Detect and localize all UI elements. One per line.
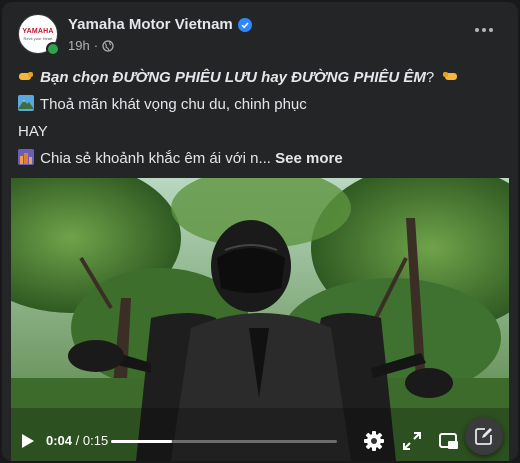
more-icon <box>475 28 493 32</box>
video-controls: 0:04 / 0:15 <box>11 417 509 461</box>
more-options-button[interactable] <box>466 18 502 42</box>
post-time[interactable]: 19h <box>68 38 90 53</box>
mountain-icon <box>18 95 34 111</box>
city-icon <box>18 149 34 165</box>
post-meta: 19h · <box>68 38 114 53</box>
duration: 0:15 <box>82 433 109 448</box>
avatar-logo: YAMAHA <box>22 27 54 35</box>
fullscreen-icon[interactable] <box>401 430 423 452</box>
post-text: Bạn chọn ĐƯỜNG PHIÊU LƯU hay ĐƯỜNG PHIÊU… <box>18 64 502 172</box>
globe-icon[interactable] <box>102 39 114 52</box>
post-line-2: Thoả mãn khát vọng chu du, chinh phục <box>18 91 502 118</box>
post-headline-suffix: ? <box>425 69 435 86</box>
post-text-line: Thoả mãn khát vọng chu du, chinh phục <box>39 96 307 113</box>
verified-icon <box>237 17 252 32</box>
online-status-dot <box>46 42 60 56</box>
author-row: Yamaha Motor Vietnam <box>68 16 252 33</box>
post-line-1: Bạn chọn ĐƯỜNG PHIÊU LƯU hay ĐƯỜNG PHIÊU… <box>18 64 502 91</box>
fist-icon <box>443 72 458 80</box>
current-time: 0:04 <box>46 433 73 448</box>
post-header: YAMAHA Revs your Heart Yamaha Motor Viet… <box>18 14 502 58</box>
video-progress-fill <box>111 440 173 443</box>
video-player[interactable]: 0:04 / 0:15 <box>11 178 509 461</box>
fist-icon <box>19 72 33 80</box>
post-text-line: HAY <box>18 123 48 140</box>
author-name[interactable]: Yamaha Motor Vietnam <box>68 16 233 33</box>
avatar-tagline: Revs your Heart <box>23 35 53 41</box>
video-frame <box>11 178 509 461</box>
post-text-line: Chia sẻ khoảnh khắc êm ái với n... <box>40 150 271 167</box>
meta-separator: · <box>93 38 99 53</box>
video-progress-bar[interactable] <box>111 440 337 443</box>
post-card: YAMAHA Revs your Heart Yamaha Motor Viet… <box>2 2 518 461</box>
compose-icon <box>475 428 492 445</box>
post-line-3: HAY <box>18 118 502 145</box>
pip-icon[interactable] <box>438 430 460 452</box>
time-separator: / <box>72 433 83 448</box>
post-headline: Bạn chọn ĐƯỜNG PHIÊU LƯU hay ĐƯỜNG PHIÊU… <box>40 69 426 86</box>
video-time: 0:04 / 0:15 <box>46 433 108 448</box>
settings-icon[interactable] <box>363 430 385 452</box>
post-line-4: Chia sẻ khoảnh khắc êm ái với n... See m… <box>18 145 502 172</box>
compose-button[interactable] <box>465 417 503 455</box>
play-icon[interactable] <box>21 433 35 449</box>
see-more-link[interactable]: See more <box>275 150 343 167</box>
